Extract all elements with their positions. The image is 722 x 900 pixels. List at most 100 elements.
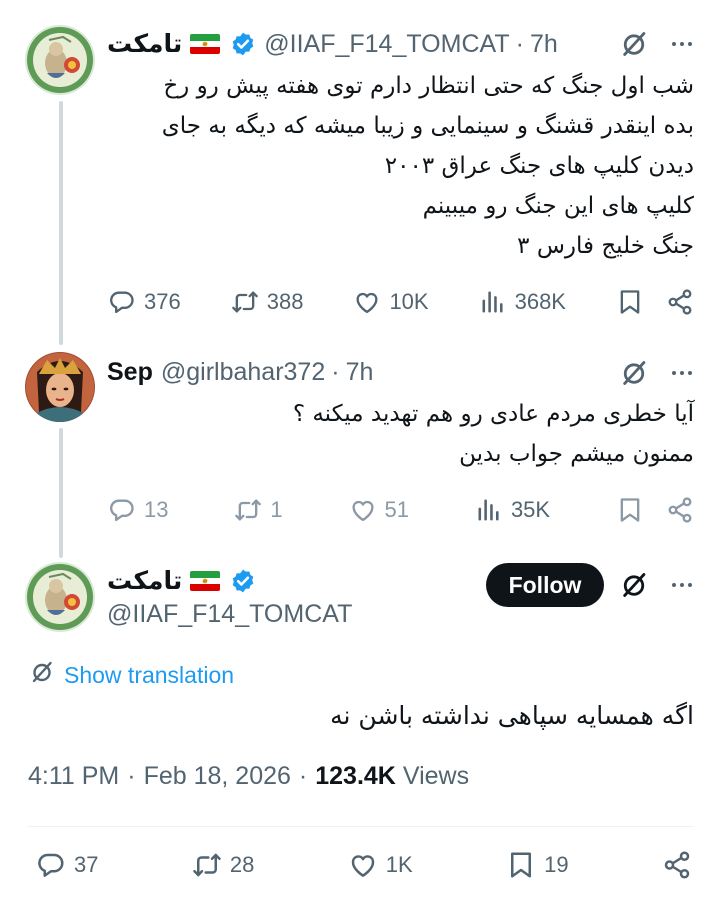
views-icon (479, 288, 507, 316)
main-tweet-actions: 37 28 1K 19 (36, 845, 692, 885)
more-icon[interactable] (670, 573, 694, 597)
repost-icon (234, 496, 262, 524)
main-tweet-handle-row: @IIAF_F14_TOMCAT (107, 598, 352, 630)
repost-button[interactable]: 1 (234, 496, 283, 524)
views-label: Views (402, 762, 470, 790)
avatar[interactable] (25, 352, 95, 422)
tweet-time[interactable]: 7h (530, 30, 558, 59)
tweet-actions: 376 388 10K 368K (108, 282, 694, 322)
tweet-date[interactable]: Feb 18, 2026 (144, 762, 291, 791)
user-handle[interactable]: @IIAF_F14_TOMCAT (264, 30, 509, 59)
tweet-top-icons (620, 571, 694, 599)
display-name[interactable]: Sep (107, 358, 153, 387)
thread-line (59, 428, 63, 558)
like-button[interactable]: 1K (348, 850, 413, 880)
main-tweet-name-row: تامکت (107, 565, 256, 597)
main-tweet-text: اگه همسایه سپاهی نداشته باشن نه (330, 701, 694, 730)
share-icon[interactable] (666, 496, 694, 524)
like-icon (348, 850, 378, 880)
avatar[interactable] (25, 562, 95, 632)
like-button[interactable]: 10K (353, 288, 429, 316)
follow-button[interactable]: Follow (486, 563, 604, 607)
tweet-text: آیا خطری مردم عادی رو هم تهدید میکنه ؟ م… (293, 394, 694, 474)
grok-icon[interactable] (620, 359, 648, 387)
views-button[interactable]: 35K (475, 496, 550, 524)
views-count: 368K (514, 289, 566, 314)
separator-dot: · (331, 357, 340, 386)
share-icon (662, 850, 692, 880)
share-button[interactable] (662, 850, 692, 880)
tweet-header: تامکت @IIAF_F14_TOMCAT · 7h (107, 28, 558, 60)
bookmark-button[interactable]: 19 (506, 850, 569, 880)
divider (28, 826, 694, 827)
repost-count: 388 (266, 289, 304, 314)
user-handle[interactable]: @IIAF_F14_TOMCAT (107, 600, 352, 629)
separator-dot: · (515, 29, 524, 58)
views-button[interactable]: 368K (479, 288, 566, 316)
repost-count: 1 (270, 497, 283, 522)
tweet-time[interactable]: 7h (346, 358, 374, 387)
reply-count: 376 (144, 289, 181, 314)
reply-button[interactable]: 13 (108, 496, 168, 524)
display-name[interactable]: تامکت (107, 29, 182, 59)
thread-line (59, 101, 63, 345)
iran-flag-icon (190, 571, 220, 591)
bookmark-icon (506, 850, 536, 880)
tweet-text-line: آیا خطری مردم عادی رو هم تهدید میکنه ؟ (292, 401, 694, 427)
avatar[interactable] (25, 25, 95, 95)
bookmark-icon[interactable] (616, 496, 644, 524)
tweet-text-line: جنگ خلیج فارس ۳ (517, 233, 694, 259)
reply-count: 13 (144, 497, 169, 522)
tweet-text-line: شب اول جنگ که حتی انتظار دارم توی هفته پ… (163, 73, 694, 99)
views-count: 35K (510, 497, 551, 522)
like-icon (353, 288, 381, 316)
repost-icon (231, 288, 259, 316)
like-count: 51 (384, 497, 410, 522)
like-button[interactable]: 51 (349, 496, 409, 524)
share-icon[interactable] (666, 288, 694, 316)
like-count: 10K (389, 289, 429, 314)
reply-count: 37 (74, 852, 99, 877)
bookmark-count: 19 (544, 852, 569, 877)
tweet-top-icons (620, 30, 694, 58)
reply-icon (108, 288, 136, 316)
grok-icon[interactable] (620, 571, 648, 599)
translate-icon (30, 660, 54, 690)
verified-icon[interactable] (230, 31, 256, 57)
bookmark-share-group (616, 288, 694, 316)
reply-icon (108, 496, 136, 524)
tweet-text-line: ممنون میشم جواب بدین (459, 441, 694, 467)
grok-icon[interactable] (620, 30, 648, 58)
separator-dot: · (127, 762, 136, 790)
tweet-time[interactable]: 4:11 PM (28, 762, 119, 791)
tweet-header: Sep @girlbahar372 · 7h (107, 356, 373, 388)
show-translation-label: Show translation (64, 661, 235, 688)
like-icon (349, 496, 377, 524)
tweet-text-line: بده اینقدر قشنگ و سینمایی و زیبا میشه که… (161, 113, 694, 139)
views-icon (475, 496, 503, 524)
iran-flag-icon (190, 34, 220, 54)
reply-button[interactable]: 376 (108, 288, 181, 316)
bookmark-share-group (616, 496, 694, 524)
tweet-meta: 4:11 PM · Feb 18, 2026 · 123.4K Views (28, 762, 469, 791)
like-count: 1K (385, 852, 413, 877)
tweet-text-line: دیدن کلیپ های جنگ عراق ۲۰۰۳ (384, 153, 694, 179)
show-translation-link[interactable]: Show translation (30, 660, 234, 690)
repost-button[interactable]: 388 (231, 288, 304, 316)
separator-dot: · (298, 762, 308, 790)
repost-count: 28 (229, 852, 255, 877)
display-name[interactable]: تامکت (107, 566, 182, 596)
user-handle[interactable]: @girlbahar372 (161, 358, 325, 387)
repost-icon (192, 850, 222, 880)
reply-icon (36, 850, 66, 880)
bookmark-icon[interactable] (616, 288, 644, 316)
more-icon[interactable] (670, 32, 694, 56)
more-icon[interactable] (670, 361, 694, 385)
tweet-actions: 13 1 51 35K (108, 490, 694, 530)
repost-button[interactable]: 28 (192, 850, 254, 880)
views-count: 123.4K (315, 762, 396, 790)
tweet-top-icons (620, 359, 694, 387)
verified-icon[interactable] (230, 568, 256, 594)
tweet-text: شب اول جنگ که حتی انتظار دارم توی هفته پ… (162, 66, 694, 266)
reply-button[interactable]: 37 (36, 850, 98, 880)
